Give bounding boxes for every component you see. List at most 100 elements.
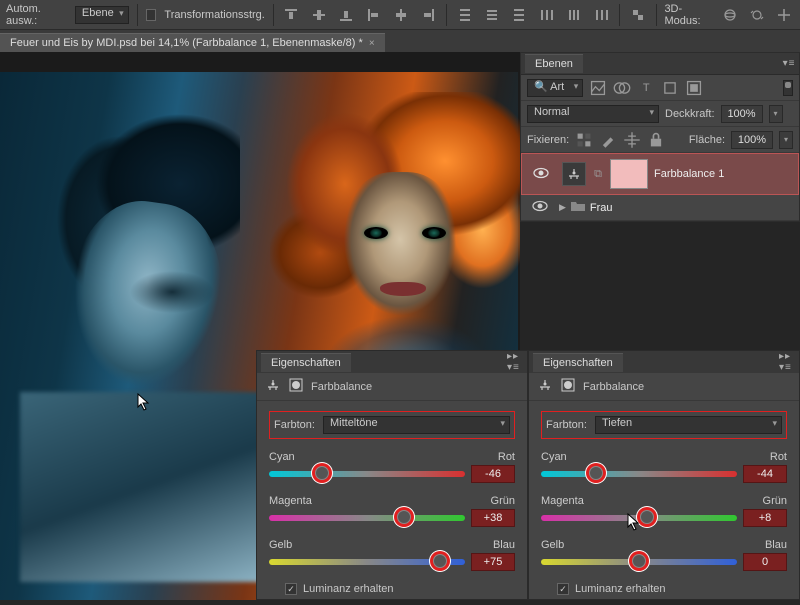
tone-dropdown[interactable]: Tiefen: [595, 416, 782, 434]
auto-align-icon[interactable]: [628, 4, 647, 26]
slider-track[interactable]: [541, 515, 737, 521]
slider-value-input[interactable]: 0: [743, 553, 787, 571]
filter-pixel-icon[interactable]: [589, 79, 607, 97]
properties-title: Farbbalance: [311, 381, 372, 393]
slider-track[interactable]: [269, 515, 465, 521]
slider-track[interactable]: [541, 559, 737, 565]
filter-type-value: Art: [550, 81, 564, 93]
filter-toggle[interactable]: [783, 80, 793, 96]
slider-thumb[interactable]: [397, 510, 411, 524]
blend-mode-value: Normal: [534, 106, 569, 118]
properties-tab[interactable]: Eigenschaften: [533, 353, 623, 372]
blend-mode-dropdown[interactable]: Normal: [527, 105, 659, 123]
align-right-icon[interactable]: [419, 4, 438, 26]
auto-select-dropdown[interactable]: Ebene: [75, 6, 129, 24]
distribute-vcenter-icon[interactable]: [482, 4, 501, 26]
options-bar: Autom. ausw.: Ebene Transformationsstrg.…: [0, 0, 800, 30]
slider-thumb[interactable]: [433, 554, 447, 568]
mask-icon[interactable]: [561, 378, 575, 395]
luminance-checkbox[interactable]: ✓: [557, 583, 569, 595]
slider-thumb[interactable]: [640, 510, 654, 524]
lock-label: Fixieren:: [527, 134, 569, 146]
align-top-icon[interactable]: [282, 4, 301, 26]
slider-thumb[interactable]: [315, 466, 329, 480]
fill-input[interactable]: 100%: [731, 131, 773, 149]
luminance-checkbox[interactable]: ✓: [285, 583, 297, 595]
slider-thumb[interactable]: [589, 466, 603, 480]
tone-label: Farbton:: [274, 419, 315, 431]
slider-value-input[interactable]: -44: [743, 465, 787, 483]
document-tab-title: Feuer und Eis by MDI.psd bei 14,1% (Farb…: [10, 37, 363, 49]
align-hcenter-icon[interactable]: [391, 4, 410, 26]
auto-select-value: Ebene: [82, 7, 114, 19]
close-icon[interactable]: ×: [369, 38, 375, 49]
luminance-label: Luminanz erhalten: [303, 583, 394, 595]
tone-label: Farbton:: [546, 419, 587, 431]
pan3d-icon[interactable]: [775, 4, 794, 26]
opacity-input[interactable]: 100%: [721, 105, 763, 123]
layer-row-adjustment[interactable]: ⧉ Farbbalance 1: [521, 153, 799, 195]
filter-type-t-icon[interactable]: T: [637, 79, 655, 97]
mask-thumbnail[interactable]: [610, 159, 648, 189]
slider-value-input[interactable]: +8: [743, 509, 787, 527]
layer-name[interactable]: Farbbalance 1: [654, 168, 794, 180]
lock-position-icon[interactable]: [623, 131, 641, 149]
opacity-label: Deckkraft:: [665, 108, 715, 120]
slider-value-input[interactable]: +38: [471, 509, 515, 527]
divider: [656, 4, 657, 26]
slider-thumb[interactable]: [632, 554, 646, 568]
colorbalance-icon: [265, 378, 281, 395]
slider-track[interactable]: [541, 471, 737, 477]
layer-row-group[interactable]: ▶ Frau: [521, 195, 799, 221]
document-tab-bar: Feuer und Eis by MDI.psd bei 14,1% (Farb…: [0, 30, 800, 52]
link-icon[interactable]: ⧉: [592, 168, 604, 181]
mode3d-label: 3D-Modus:: [664, 3, 711, 27]
colorbalance-icon: [537, 378, 553, 395]
orbit3d-icon[interactable]: [720, 4, 739, 26]
slider-value-input[interactable]: -46: [471, 465, 515, 483]
slider-right-label: Blau: [765, 539, 787, 551]
document-tab[interactable]: Feuer und Eis by MDI.psd bei 14,1% (Farb…: [0, 33, 385, 52]
align-left-icon[interactable]: [364, 4, 383, 26]
filter-shape-icon[interactable]: [661, 79, 679, 97]
roll3d-icon[interactable]: [747, 4, 766, 26]
luminance-label: Luminanz erhalten: [575, 583, 666, 595]
slider-track[interactable]: [269, 559, 465, 565]
layers-tab-label: Ebenen: [535, 58, 573, 70]
fill-stepper[interactable]: ▾: [779, 131, 793, 149]
distribute-hcenter-icon[interactable]: [565, 4, 584, 26]
opacity-stepper[interactable]: ▾: [769, 105, 783, 123]
slider-right-label: Grün: [491, 495, 515, 507]
lock-pixels-icon[interactable]: [599, 131, 617, 149]
transform-controls-checkbox[interactable]: [146, 9, 157, 21]
slider-value-input[interactable]: +75: [471, 553, 515, 571]
properties-tab-label: Eigenschaften: [543, 357, 613, 369]
slider-right-label: Rot: [770, 451, 787, 463]
lock-transparency-icon[interactable]: [575, 131, 593, 149]
properties-tab[interactable]: Eigenschaften: [261, 353, 351, 372]
slider-track[interactable]: [269, 471, 465, 477]
distribute-left-icon[interactable]: [537, 4, 556, 26]
lock-all-icon[interactable]: [647, 131, 665, 149]
filter-type-dropdown[interactable]: 🔍 Art: [527, 79, 583, 97]
filter-adjustment-icon[interactable]: [613, 79, 631, 97]
divider: [273, 4, 274, 26]
mask-icon[interactable]: [289, 378, 303, 395]
distribute-bottom-icon[interactable]: [510, 4, 529, 26]
filter-smartobj-icon[interactable]: [685, 79, 703, 97]
visibility-icon[interactable]: [526, 167, 556, 182]
tone-value: Tiefen: [602, 417, 632, 429]
align-vcenter-icon[interactable]: [309, 4, 328, 26]
distribute-top-icon[interactable]: [455, 4, 474, 26]
visibility-icon[interactable]: [525, 200, 555, 215]
align-bottom-icon[interactable]: [337, 4, 356, 26]
expand-icon[interactable]: ▶: [559, 202, 566, 213]
layer-name[interactable]: Frau: [590, 202, 795, 214]
tone-select-row: Farbton: Tiefen: [541, 411, 787, 439]
panel-menu-icon[interactable]: ▾≡: [779, 54, 799, 74]
layers-tab[interactable]: Ebenen: [525, 54, 583, 73]
panel-menu-icon[interactable]: ▸▸ ▾≡: [779, 352, 799, 372]
tone-dropdown[interactable]: Mitteltöne: [323, 416, 510, 434]
panel-menu-icon[interactable]: ▸▸ ▾≡: [507, 352, 527, 372]
distribute-right-icon[interactable]: [592, 4, 611, 26]
